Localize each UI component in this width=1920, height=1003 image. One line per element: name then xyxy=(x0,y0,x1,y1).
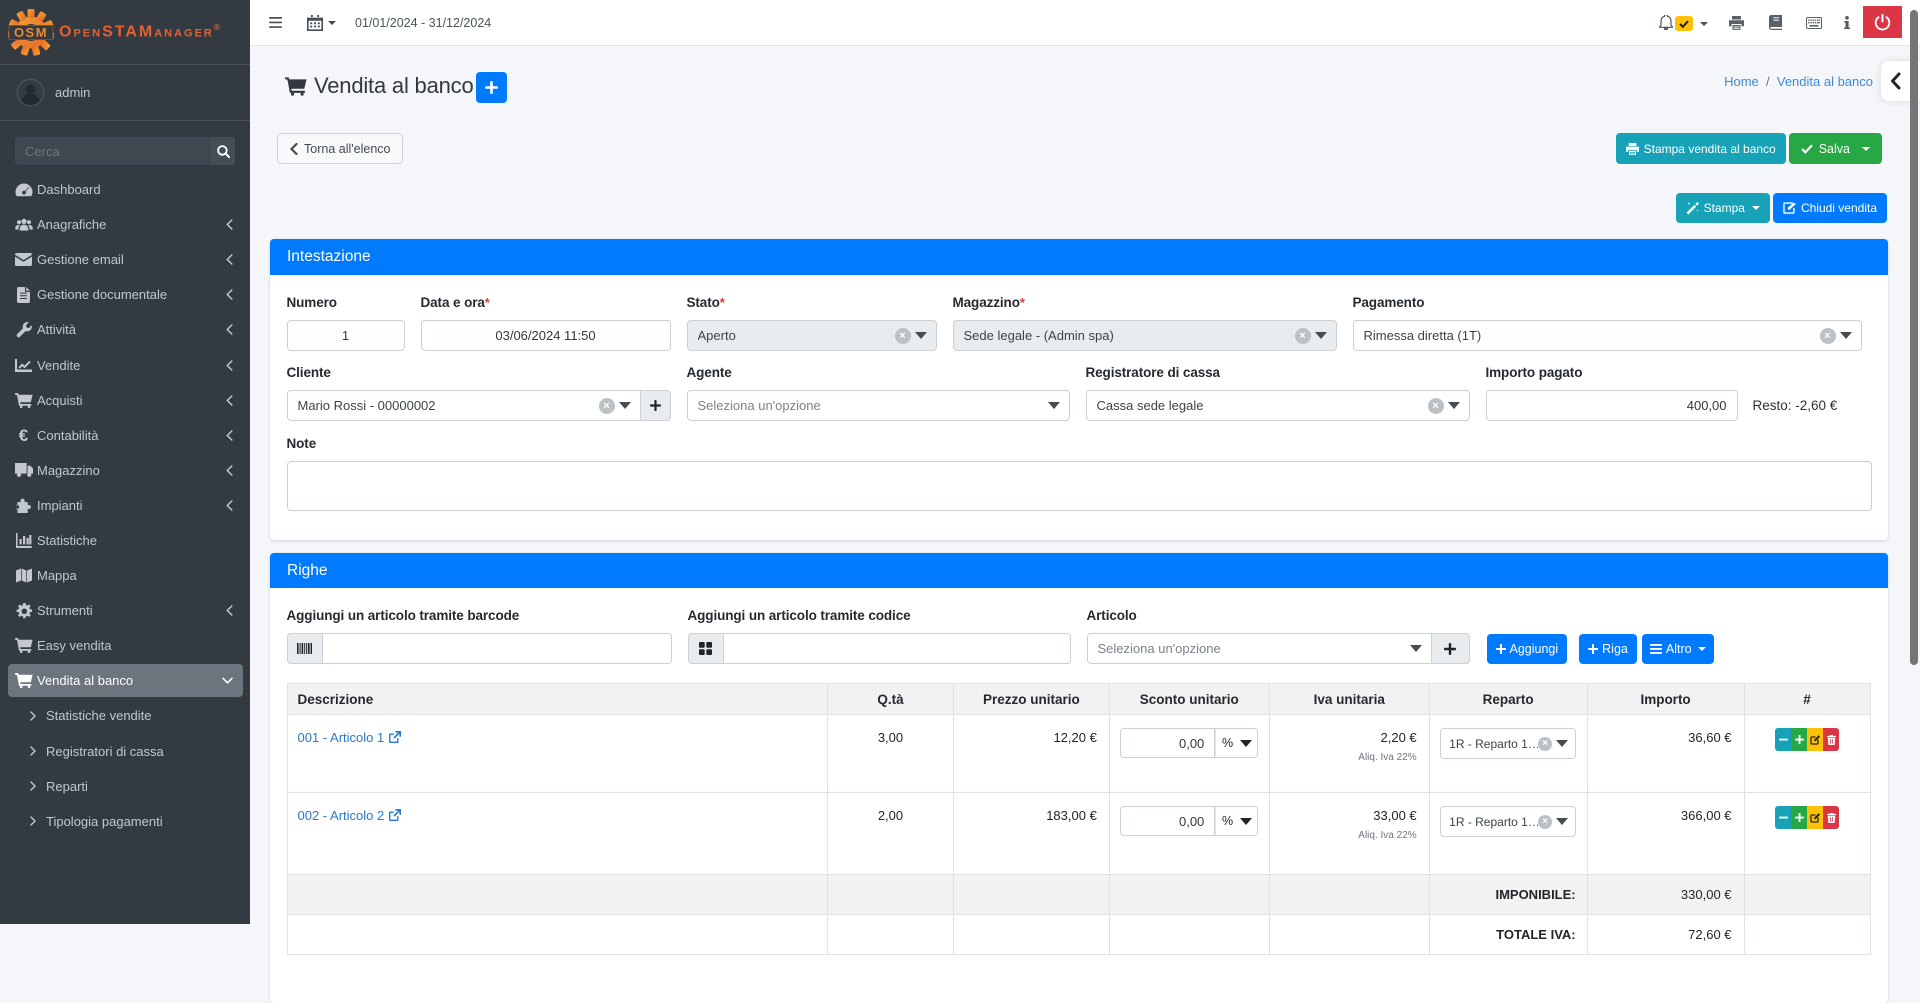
svg-text:OSM: OSM xyxy=(14,24,48,39)
